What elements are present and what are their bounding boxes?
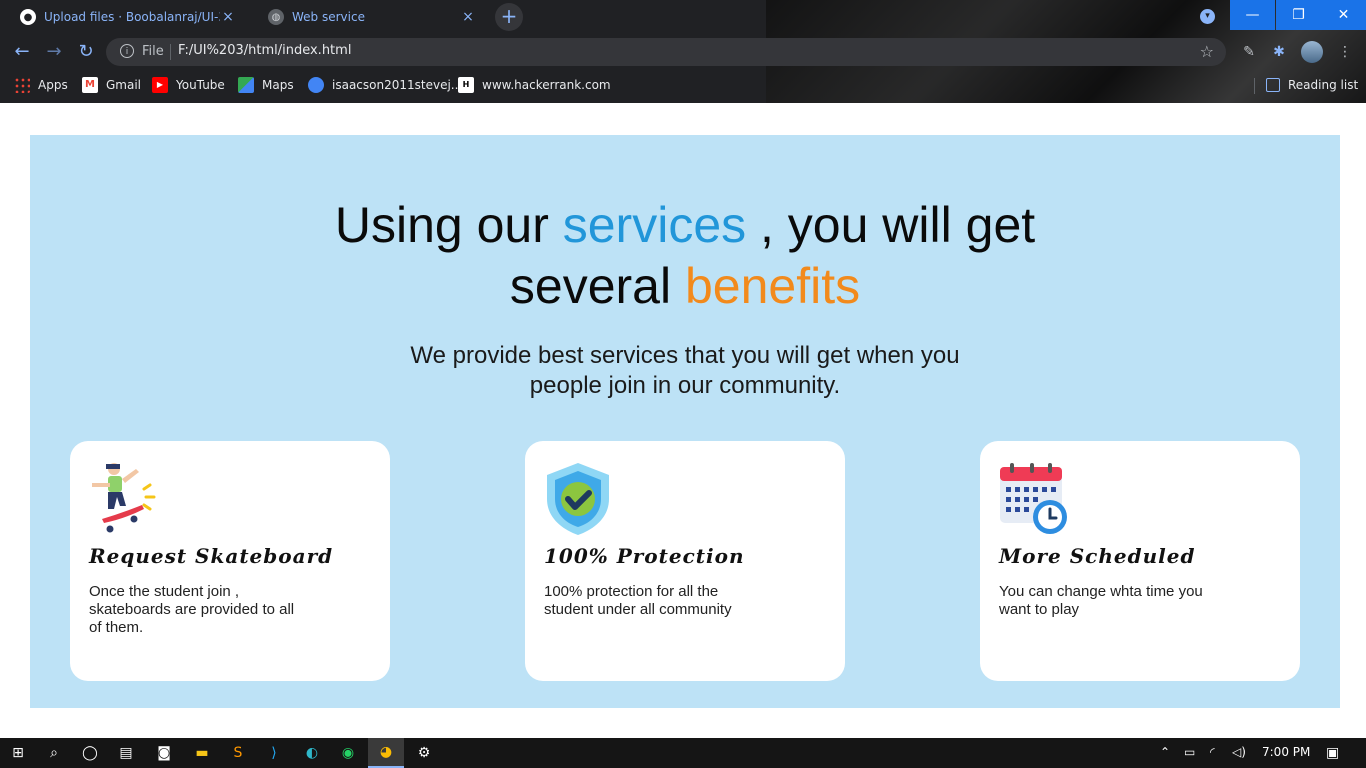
bookmark-star-icon[interactable]: ☆ xyxy=(1200,42,1214,61)
bookmark-label: YouTube xyxy=(176,78,225,92)
bookmark-label: Gmail xyxy=(106,78,142,92)
hero-subtitle: We provide best services that you will g… xyxy=(30,341,1340,401)
url-text[interactable]: F:/UI%203/html/index.html xyxy=(178,43,351,58)
card-description: You can change whta time you want to pla… xyxy=(999,583,1203,618)
hackerrank-icon: H xyxy=(458,77,474,93)
headline-text: several xyxy=(509,258,685,314)
bookmark-isaacson[interactable]: isaacson2011stevej... xyxy=(308,76,462,94)
hero-headline: Using our services , you will get severa… xyxy=(30,195,1340,317)
settings-gear-icon[interactable]: ⚙ xyxy=(406,738,442,768)
card-title: 100% Protection xyxy=(544,544,745,568)
address-bar[interactable]: i File F:/UI%203/html/index.html ☆ xyxy=(106,38,1226,66)
github-icon: ● xyxy=(20,9,36,25)
tab-title: Upload files · Boobalanraj/UI-3 xyxy=(44,10,220,24)
skateboarder-icon xyxy=(92,463,156,533)
battery-icon[interactable]: ▭ xyxy=(1184,745,1195,759)
browser-toolbar: ← → ↻ i File F:/UI%203/html/index.html ☆… xyxy=(0,34,1366,70)
globe-icon: ◍ xyxy=(268,9,284,25)
bookmarks-bar: Apps M Gmail ▶ YouTube Maps isaacson2011… xyxy=(0,70,1366,100)
headline-text: , you will get xyxy=(746,197,1036,253)
tab-strip: ● Upload files · Boobalanraj/UI-3 × ◍ We… xyxy=(0,0,1366,34)
reading-list-icon xyxy=(1266,78,1280,92)
close-tab-icon[interactable]: × xyxy=(460,9,476,25)
info-icon[interactable]: i xyxy=(120,44,134,58)
whatsapp-icon[interactable]: ◉ xyxy=(330,738,366,768)
card-title: Request Skateboard xyxy=(89,544,334,568)
card-title: More Scheduled xyxy=(999,544,1196,568)
camera-icon[interactable]: ◙ xyxy=(146,738,182,768)
task-view-icon[interactable]: ▤ xyxy=(108,738,144,768)
maps-icon xyxy=(238,77,254,93)
subtitle-line: We provide best services that you will g… xyxy=(410,342,960,369)
file-explorer-icon[interactable]: ▬ xyxy=(184,738,220,768)
bookmark-label: Apps xyxy=(38,78,68,92)
forward-button[interactable]: → xyxy=(42,40,66,64)
sublime-text-icon[interactable]: S xyxy=(220,738,256,768)
notifications-icon[interactable]: ▣ xyxy=(1326,745,1339,761)
browser-chrome: ● Upload files · Boobalanraj/UI-3 × ◍ We… xyxy=(0,0,1366,103)
bookmark-label: www.hackerrank.com xyxy=(482,78,611,92)
profile-avatar[interactable] xyxy=(1301,41,1323,63)
new-tab-button[interactable]: + xyxy=(495,3,523,31)
bookmark-youtube[interactable]: ▶ YouTube xyxy=(152,76,225,94)
benefits-section: Using our services , you will get severa… xyxy=(30,135,1340,708)
bookmark-maps[interactable]: Maps xyxy=(238,76,294,94)
close-window-button[interactable]: ✕ xyxy=(1321,0,1366,30)
back-button[interactable]: ← xyxy=(10,40,34,64)
minimize-button[interactable]: — xyxy=(1230,0,1275,30)
gmail-icon: M xyxy=(82,77,98,93)
extensions-icon[interactable]: ✱ xyxy=(1270,43,1288,61)
volume-icon[interactable]: ◁) xyxy=(1232,745,1246,759)
headline-text: Using our xyxy=(334,197,563,253)
vscode-icon[interactable]: ⟩ xyxy=(256,738,292,768)
search-icon[interactable]: ⌕ xyxy=(36,738,72,768)
bookmark-gmail[interactable]: M Gmail xyxy=(82,76,141,94)
card-description: Once the student join , skateboards are … xyxy=(89,583,295,636)
headline-highlight-benefits: benefits xyxy=(684,258,861,314)
edge-icon[interactable]: ◐ xyxy=(294,738,330,768)
subtitle-line: people join in our community. xyxy=(529,372,841,399)
calendar-clock-icon xyxy=(1000,463,1067,534)
wifi-icon[interactable]: ◜ xyxy=(1210,745,1215,759)
globe-icon xyxy=(308,77,324,93)
shield-check-icon xyxy=(547,463,609,535)
chrome-icon[interactable]: ◕ xyxy=(368,738,404,768)
apps-grid-icon xyxy=(14,77,30,93)
tab-title: Web service xyxy=(292,10,365,24)
bookmark-hackerrank[interactable]: H www.hackerrank.com xyxy=(458,76,611,94)
bookmarks-divider xyxy=(1254,78,1255,94)
omnibox-divider xyxy=(170,44,171,60)
tab-upload-files[interactable]: ● Upload files · Boobalanraj/UI-3 × xyxy=(0,0,248,34)
bookmark-apps[interactable]: Apps xyxy=(14,76,68,94)
chevron-up-icon[interactable]: ⌃ xyxy=(1160,745,1170,759)
maximize-button[interactable]: ❐ xyxy=(1276,0,1321,30)
clock[interactable]: 7:00 PM xyxy=(1262,745,1310,759)
cortana-icon[interactable]: ◯ xyxy=(72,738,108,768)
tab-search-icon[interactable]: ▾ xyxy=(1200,9,1215,24)
headline-highlight-services: services xyxy=(562,197,747,253)
service-card-skateboard: Request Skateboard Once the student join… xyxy=(70,441,390,681)
edit-pen-icon[interactable]: ✎ xyxy=(1240,43,1258,61)
bookmark-label: isaacson2011stevej... xyxy=(332,78,463,92)
bookmark-label: Maps xyxy=(262,78,294,92)
windows-taskbar: ⊞ ⌕ ◯ ▤ ◙ ▬ S ⟩ ◐ ◉ ◕ ⚙ ⌃ ▭ ◜ ◁) 7:00 PM… xyxy=(0,738,1366,768)
service-card-protection: 100% Protection 100% protection for all … xyxy=(525,441,845,681)
close-tab-icon[interactable]: × xyxy=(220,9,236,25)
windows-start-icon[interactable]: ⊞ xyxy=(0,738,36,768)
scheme-label: File xyxy=(142,44,164,59)
service-card-scheduled: More Scheduled You can change whta time … xyxy=(980,441,1300,681)
reading-list-button[interactable]: Reading list xyxy=(1266,76,1358,94)
reload-button[interactable]: ↻ xyxy=(74,40,98,64)
tab-web-service[interactable]: ◍ Web service × xyxy=(248,0,488,34)
page-content: Using our services , you will get severa… xyxy=(0,103,1366,738)
kebab-menu-icon[interactable]: ⋮ xyxy=(1336,43,1354,61)
card-description: 100% protection for all the student unde… xyxy=(544,583,732,618)
reading-list-label: Reading list xyxy=(1288,78,1359,92)
youtube-icon: ▶ xyxy=(152,77,168,93)
